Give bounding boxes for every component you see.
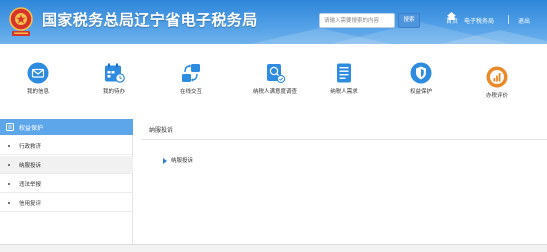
bullet-icon [8,202,10,204]
sidebar-item-label: 行政救济 [19,144,42,150]
sidebar: 权益保护 行政救济 纳服投诉 违法举报 信用复评 [0,119,133,252]
nav-label-my-info: 我的信息 [26,89,49,95]
nav-item-my-todo[interactable]: 我的待办 [84,62,144,95]
survey-icon [267,64,286,84]
document-list-icon [337,63,351,83]
nav-item-tax-rating[interactable]: 办税评价 [467,66,527,99]
site-header: 国家税务总局辽宁省电子税务局 搜索 首页 电子税务局 退出 [0,0,547,44]
sidebar-item-label: 信用复评 [19,201,42,207]
e-tax-link[interactable]: 电子税务局 [464,16,494,25]
nav-label-online-interaction: 在线交互 [179,89,202,95]
rating-icon [486,66,508,88]
home-link[interactable]: 首页 [446,16,458,25]
arrows-icon [182,64,200,82]
sidebar-header: 权益保护 [0,119,133,135]
shield-icon [410,62,432,84]
envelope-icon [27,62,49,84]
bullet-icon [8,183,10,185]
sidebar-item-service-complaint[interactable]: 纳服投诉 [0,156,133,174]
nav-label-tax-rating: 办税评价 [485,93,508,99]
page: 国家税务总局辽宁省电子税务局 搜索 首页 电子税务局 退出 我的信息 [0,0,547,252]
site-title: 国家税务总局辽宁省电子税务局 [42,11,258,29]
nav-item-my-info[interactable]: 我的信息 [8,62,68,95]
sidebar-heading: 权益保护 [19,125,44,132]
expand-arrow-icon[interactable] [163,158,167,164]
search-button[interactable]: 搜索 [398,13,420,28]
header-divider [508,15,509,24]
sidebar-item-credit-review[interactable]: 信用复评 [0,194,133,212]
nav-item-satisfaction-survey[interactable]: 纳税人满意度调查 [245,62,305,95]
title-divider [141,139,547,140]
bullet-icon [8,145,10,147]
bullet-icon [8,164,10,166]
nav-item-online-interaction[interactable]: 在线交互 [161,62,221,95]
logout-link[interactable]: 退出 [518,16,530,25]
tree-node-service-complaint[interactable]: 纳服投诉 [171,156,193,164]
nav-label-rights-protection: 权益保护 [409,89,432,95]
sidebar-item-administrative-relief[interactable]: 行政救济 [0,137,133,155]
nav-label-satisfaction-survey: 纳税人满意度调查 [252,89,297,95]
footer-bar [0,244,547,252]
page-title: 纳服投诉 [149,127,174,134]
nav-item-taxpayer-needs[interactable]: 纳税人需求 [314,62,374,95]
calendar-icon [105,63,125,83]
book-icon [6,123,14,131]
sidebar-item-violation-report[interactable]: 违法举报 [0,175,133,193]
nav-item-rights-protection[interactable]: 权益保护 [391,62,451,95]
sidebar-item-label: 纳服投诉 [19,163,42,169]
main-panel: 纳服投诉 纳服投诉 [141,119,547,252]
search-input[interactable] [319,13,395,28]
quick-nav-bar: 我的信息 我的待办 在线交互 纳税人满意度调查 纳税人需求 权益保护 办税评价 [0,44,547,116]
nav-label-my-todo: 我的待办 [102,89,125,95]
tax-emblem-logo [9,7,33,36]
nav-label-taxpayer-needs: 纳税人需求 [330,89,358,95]
banner-mountain-decoration [440,30,547,44]
sidebar-item-label: 违法举报 [19,182,42,188]
